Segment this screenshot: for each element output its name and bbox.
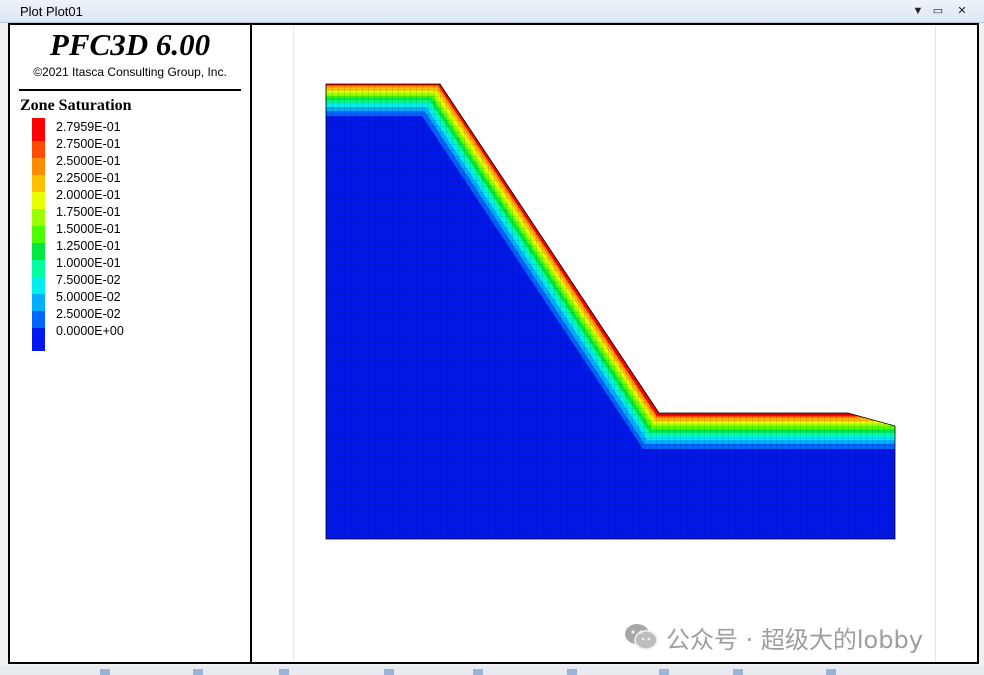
tab-stub[interactable] xyxy=(384,669,394,675)
colorbar-swatch xyxy=(32,243,45,260)
colorbar-label: 2.5000E-02 xyxy=(56,307,121,321)
contour-title: Zone Saturation xyxy=(20,97,132,114)
colorbar-swatch xyxy=(32,175,45,192)
watermark-text: 公众号 · 超级大的lobby xyxy=(666,625,923,654)
colorbar-labels: 2.7959E-01 2.7500E-01 2.5000E-01 2.2500E-01… xyxy=(56,119,124,340)
window-title: Plot Plot01 xyxy=(20,4,83,19)
colorbar-label: 2.7959E-01 xyxy=(56,120,121,134)
plot-area[interactable] xyxy=(252,25,977,662)
colorbar-label: 1.5000E-01 xyxy=(56,222,121,236)
colorbar-label: 0.0000E+00 xyxy=(56,324,124,338)
colorbar-label: 1.0000E-01 xyxy=(56,256,121,270)
colorbar-label: 2.2500E-01 xyxy=(56,171,121,185)
tab-stub[interactable] xyxy=(659,669,669,675)
colorbar-swatch xyxy=(32,118,45,141)
legend-divider xyxy=(19,89,241,91)
close-icon[interactable]: ✕ xyxy=(954,4,970,18)
colorbar-swatch xyxy=(32,209,45,226)
chevron-down-icon[interactable]: ▼ xyxy=(910,4,926,18)
plot-frame: PFC3D 6.00 ©2021 Itasca Consulting Group… xyxy=(8,23,979,664)
colorbar-label: 7.5000E-02 xyxy=(56,273,121,287)
restore-icon[interactable]: ▭ xyxy=(930,4,946,18)
colorbar xyxy=(32,118,45,351)
colorbar-swatch xyxy=(32,141,45,158)
copyright-text: ©2021 Itasca Consulting Group, Inc. xyxy=(33,65,227,79)
tab-stub[interactable] xyxy=(567,669,577,675)
tab-stub[interactable] xyxy=(100,669,110,675)
watermark: 公众号 · 超级大的lobby xyxy=(624,620,923,654)
tab-stub[interactable] xyxy=(279,669,289,675)
legend-panel: PFC3D 6.00 ©2021 Itasca Consulting Group… xyxy=(10,25,252,662)
tab-stub[interactable] xyxy=(733,669,743,675)
zone-mesh xyxy=(326,84,895,539)
colorbar-label: 5.0000E-02 xyxy=(56,290,121,304)
tab-stub[interactable] xyxy=(826,669,836,675)
app-title: PFC3D 6.00 xyxy=(49,27,211,62)
slope-model xyxy=(326,84,895,539)
colorbar-label: 1.2500E-01 xyxy=(56,239,121,253)
colorbar-swatch xyxy=(32,294,45,311)
tab-stub[interactable] xyxy=(193,669,203,675)
taskbar-strip xyxy=(0,666,984,675)
colorbar-swatch xyxy=(32,328,45,351)
colorbar-label: 2.7500E-01 xyxy=(56,137,121,151)
colorbar-swatch xyxy=(32,277,45,294)
colorbar-swatch xyxy=(32,192,45,209)
colorbar-swatch xyxy=(32,311,45,328)
wechat-icon xyxy=(625,624,658,650)
colorbar-swatch xyxy=(32,158,45,175)
colorbar-swatch xyxy=(32,260,45,277)
colorbar-label: 2.0000E-01 xyxy=(56,188,121,202)
colorbar-label: 1.7500E-01 xyxy=(56,205,121,219)
colorbar-label: 2.5000E-01 xyxy=(56,154,121,168)
window-titlebar: Plot Plot01 ▼ ▭ ✕ xyxy=(0,0,984,23)
tab-stub[interactable] xyxy=(473,669,483,675)
saturation-contour-plot xyxy=(325,83,896,540)
colorbar-swatch xyxy=(32,226,45,243)
